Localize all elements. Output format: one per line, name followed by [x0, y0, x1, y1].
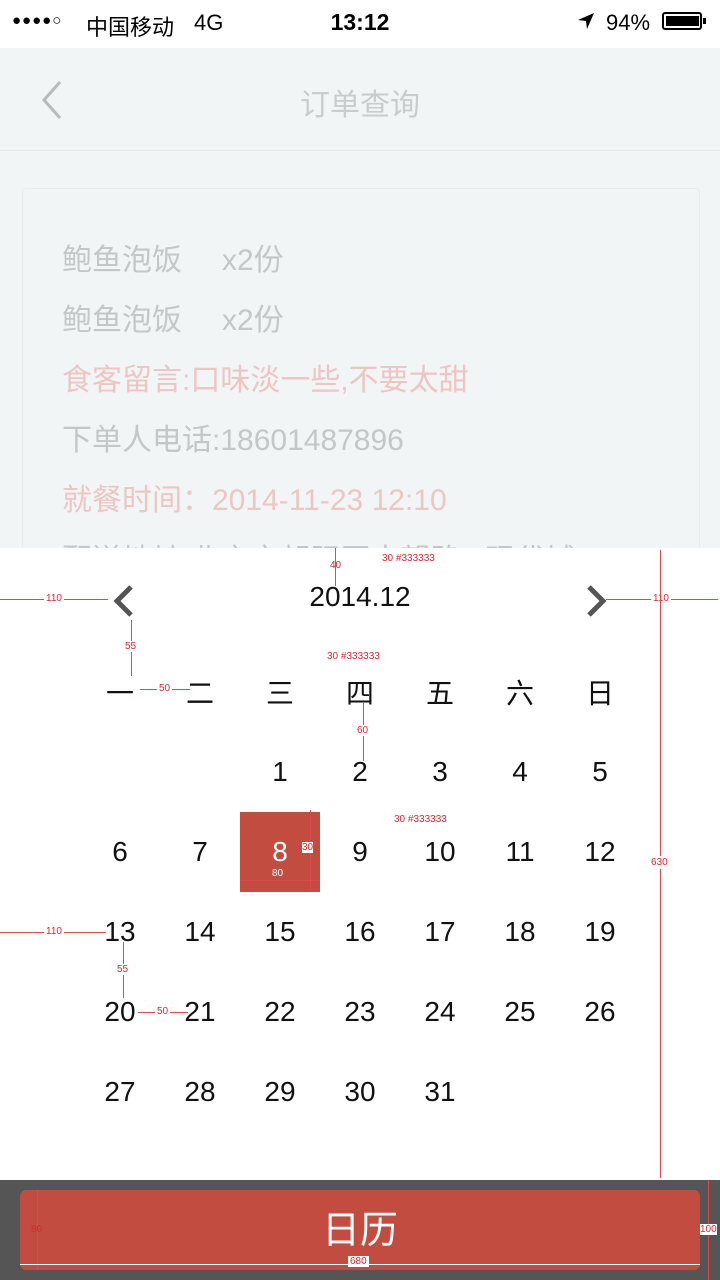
item-name: 鲍鱼泡饭	[62, 304, 182, 337]
calendar-day[interactable]: 31	[400, 1052, 480, 1132]
calendar-day[interactable]: 30	[320, 1052, 400, 1132]
order-item: 鲍鱼泡饭 x2份	[62, 235, 284, 279]
dim-label: 30	[302, 842, 314, 853]
weekday-label: 三	[265, 678, 294, 709]
calendar-day[interactable]: 28	[160, 1052, 240, 1132]
battery-icon	[662, 12, 706, 30]
meal-time: 就餐时间：2014-11-23 12:10	[62, 484, 447, 517]
calendar-day[interactable]: 1	[240, 732, 320, 812]
dim-label: 110	[44, 926, 64, 937]
customer-phone: 下单人电话:18601487896	[62, 424, 404, 457]
calendar-panel: 2014.12 一二三四五六日 1 2 3 4 5 6 7 8 9 10 11 12 13 14 15 16 1…	[0, 548, 720, 1180]
bottom-bar: 日历 80 100 680	[0, 1180, 720, 1280]
dim-label: 630	[651, 856, 668, 869]
calendar-day[interactable]: 12	[560, 812, 640, 892]
order-item: 鲍鱼泡饭 x2份	[62, 295, 284, 339]
battery-percent: 94%	[606, 10, 651, 35]
dim-label: 110	[44, 593, 64, 604]
location-arrow-icon	[578, 13, 594, 29]
calendar-day[interactable]: 26	[560, 972, 640, 1052]
dim-label: 40	[330, 560, 342, 571]
month-title: 2014.12	[309, 581, 411, 612]
calendar-day[interactable]: 5	[560, 732, 640, 812]
calendar-day[interactable]: 18	[480, 892, 560, 972]
calendar-day[interactable]: 14	[160, 892, 240, 972]
calendar-day[interactable]: 9	[320, 812, 400, 892]
calendar-day[interactable]: 29	[240, 1052, 320, 1132]
delivery-address: 配送地址:北京市朝阳区大望路...现代城	[62, 535, 575, 548]
nav-bar: 订单查询	[0, 48, 720, 151]
calendar-day[interactable]: 4	[480, 732, 560, 812]
calendar-day[interactable]: 24	[400, 972, 480, 1052]
calendar-day[interactable]: 15	[240, 892, 320, 972]
dim-label: 100	[700, 1224, 717, 1235]
spec-note: 30 #333333	[382, 553, 435, 564]
dim-label: 50	[155, 1006, 171, 1017]
calendar-day[interactable]: 19	[560, 892, 640, 972]
next-month-chevron-icon[interactable]	[583, 584, 609, 618]
calendar-day[interactable]: 23	[320, 972, 400, 1052]
dim-label: 680	[348, 1256, 369, 1267]
dim-label: 60	[357, 725, 369, 736]
calendar-day[interactable]: 25	[480, 972, 560, 1052]
calendar-day[interactable]: 3	[400, 732, 480, 812]
calendar-day[interactable]: 7	[160, 812, 240, 892]
calendar-day[interactable]: 2	[320, 732, 400, 812]
weekday-label: 五	[425, 678, 454, 709]
page-title: 订单查询	[300, 89, 420, 122]
weekday-label: 四	[345, 678, 374, 709]
item-qty: x2份	[222, 244, 284, 277]
dim-label: 55	[117, 964, 129, 975]
spec-note: 30 #333333	[327, 651, 380, 662]
item-name: 鲍鱼泡饭	[62, 244, 182, 277]
dim-label: 50	[157, 683, 173, 694]
item-qty: x2份	[222, 304, 284, 337]
calendar-day[interactable]: 11	[480, 812, 560, 892]
dim-label: 80	[272, 868, 284, 879]
calendar-day[interactable]: 27	[80, 1052, 160, 1132]
weekday-label: 六	[505, 678, 534, 709]
dim-label: 55	[125, 641, 137, 652]
customer-note: 食客留言:口味淡一些,不要太甜	[62, 364, 469, 397]
weekday-label: 日	[585, 678, 614, 709]
calendar-day[interactable]: 6	[80, 812, 160, 892]
order-page-background: 订单查询 鲍鱼泡饭 x2份 鲍鱼泡饭 x2份 食客留言:口味淡一些,不要太甜 下单人…	[0, 48, 720, 548]
status-bar: ●●●●○ 中国移动 4G 13:12 94%	[0, 0, 720, 46]
dim-label: 80	[31, 1224, 43, 1235]
calendar-day[interactable]: 22	[240, 972, 320, 1052]
calendar-day[interactable]: 17	[400, 892, 480, 972]
spec-note: 30 #333333	[394, 814, 447, 825]
weekday-label: 一	[105, 678, 134, 709]
calendar-day[interactable]: 16	[320, 892, 400, 972]
